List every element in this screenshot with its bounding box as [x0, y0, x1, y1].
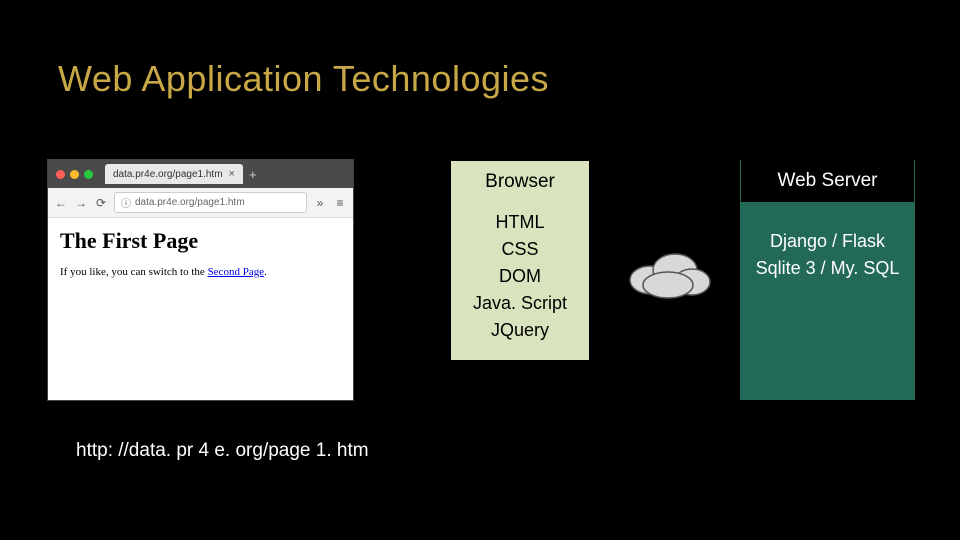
browser-toolbar: ← → ⟳ ⓘ data.pr4e.org/page1.htm » ≡: [48, 188, 353, 218]
overflow-icon: »: [313, 196, 327, 210]
second-page-link: Second Page: [208, 266, 265, 278]
para-text-after: .: [264, 266, 267, 278]
para-text-before: If you like, you can switch to the: [60, 266, 208, 278]
tab-close-icon: ×: [229, 168, 235, 180]
tab-strip: data.pr4e.org/page1.htm × +: [48, 160, 353, 188]
server-box-body: Django / Flask Sqlite 3 / My. SQL: [740, 202, 915, 282]
tech-item: Django / Flask: [744, 228, 911, 255]
slide-title: Web Application Technologies: [58, 58, 549, 100]
browser-tech-box: Browser HTML CSS DOM Java. Script JQuery: [450, 160, 590, 361]
server-tech-box: Web Server Django / Flask Sqlite 3 / My.…: [740, 160, 915, 400]
reload-icon: ⟳: [94, 196, 108, 210]
address-bar: ⓘ data.pr4e.org/page1.htm: [114, 192, 307, 213]
back-icon: ←: [54, 196, 68, 210]
cloud-icon: [620, 240, 720, 300]
menu-icon: ≡: [333, 196, 347, 210]
browser-tab: data.pr4e.org/page1.htm ×: [105, 164, 243, 184]
page-heading: The First Page: [60, 228, 341, 254]
tech-item: Sqlite 3 / My. SQL: [744, 255, 911, 282]
browser-box-body: HTML CSS DOM Java. Script JQuery: [451, 203, 589, 360]
close-dot-icon: [56, 170, 65, 179]
page-paragraph: If you like, you can switch to the Secon…: [60, 266, 341, 278]
tech-item: CSS: [455, 236, 585, 263]
address-text: data.pr4e.org/page1.htm: [135, 197, 245, 208]
window-controls: [48, 170, 101, 179]
browser-screenshot: data.pr4e.org/page1.htm × + ← → ⟳ ⓘ data…: [48, 160, 353, 400]
minimize-dot-icon: [70, 170, 79, 179]
browser-box-header: Browser: [451, 161, 589, 203]
tech-item: DOM: [455, 263, 585, 290]
tech-item: Java. Script: [455, 290, 585, 317]
tech-item: HTML: [455, 209, 585, 236]
tab-title: data.pr4e.org/page1.htm: [113, 169, 223, 180]
tech-item: JQuery: [455, 317, 585, 344]
server-box-header: Web Server: [741, 160, 914, 202]
url-caption: http: //data. pr 4 e. org/page 1. htm: [76, 440, 369, 462]
new-tab-icon: +: [249, 167, 257, 182]
page-content: The First Page If you like, you can swit…: [48, 218, 353, 288]
forward-icon: →: [74, 196, 88, 210]
info-icon: ⓘ: [121, 195, 131, 210]
zoom-dot-icon: [84, 170, 93, 179]
